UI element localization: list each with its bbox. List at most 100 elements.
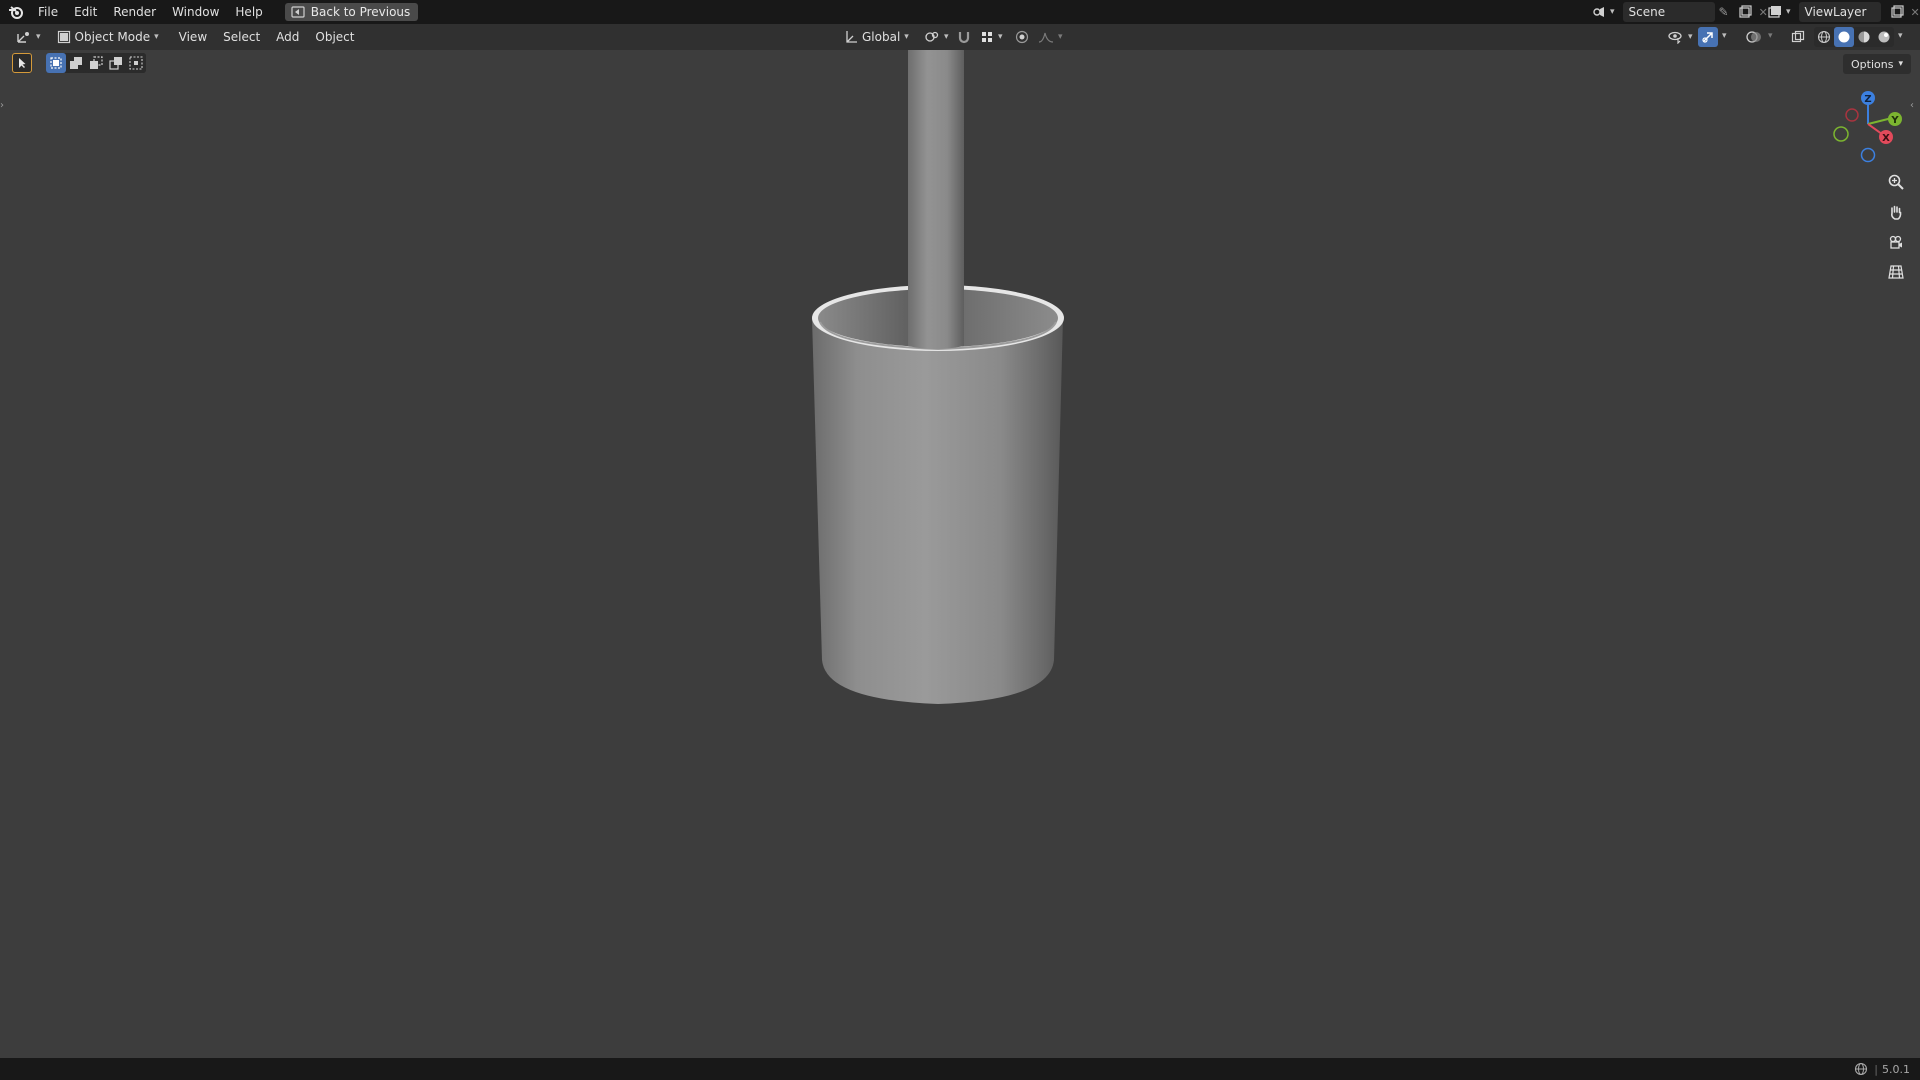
- viewlayer-browse-button[interactable]: ▾: [1764, 2, 1795, 22]
- back-to-previous-button[interactable]: Back to Previous: [284, 3, 419, 21]
- copy-icon: [1738, 5, 1752, 18]
- editor-type-button[interactable]: ▾: [10, 27, 47, 47]
- selection-mode-extend-button[interactable]: [66, 53, 86, 73]
- selectability-visibility-dropdown[interactable]: ▾: [1662, 27, 1699, 47]
- snap-target-dropdown[interactable]: ▾: [974, 27, 1009, 47]
- gizmo-z-axis[interactable]: Z: [1861, 91, 1875, 105]
- blender-logo-icon[interactable]: [2, 0, 30, 24]
- navigation-gizmo[interactable]: Z Y X: [1826, 88, 1906, 168]
- gizmo-neg-x-icon[interactable]: [1845, 108, 1859, 122]
- gizmo-icon: [1702, 32, 1713, 43]
- menu-render[interactable]: Render: [105, 0, 164, 24]
- 3d-viewport[interactable]: › ‹: [0, 50, 1920, 1058]
- chevron-down-icon: ▾: [154, 32, 159, 42]
- snap-grid-icon: [982, 32, 992, 42]
- overlays-options-chevron-icon[interactable]: ▾: [1768, 31, 1773, 41]
- gizmo-toggle[interactable]: [1698, 27, 1718, 47]
- pin-icon[interactable]: ✎: [1719, 5, 1729, 19]
- gizmo-x-axis[interactable]: X: [1879, 130, 1893, 144]
- back-icon: [291, 6, 305, 18]
- material-sphere-icon: [1858, 31, 1870, 43]
- menu-object[interactable]: Object: [307, 25, 362, 49]
- object-mode-dropdown[interactable]: Object Mode ▾: [51, 27, 165, 47]
- cursor-icon: [19, 58, 26, 68]
- select-tool-button[interactable]: [12, 53, 32, 73]
- top-menu-bar: File Edit Render Window Help Back to Pre…: [0, 0, 1920, 24]
- orientation-global-icon: [846, 31, 857, 43]
- proportional-editing-toggle[interactable]: [1012, 27, 1032, 47]
- xray-toggle[interactable]: [1788, 27, 1808, 47]
- wireframe-sphere-icon: [1817, 30, 1831, 44]
- rendered-sphere-icon: [1878, 31, 1890, 43]
- selection-invert-icon: [109, 57, 122, 70]
- selection-extend-icon: [70, 57, 82, 69]
- overlays-toggle[interactable]: [1744, 27, 1764, 47]
- new-scene-button[interactable]: [1735, 2, 1755, 22]
- selection-intersect-icon: [129, 56, 143, 70]
- camera-view-button[interactable]: [1884, 230, 1908, 254]
- falloff-dropdown[interactable]: ▾: [1032, 27, 1069, 47]
- shading-solid-button[interactable]: [1834, 27, 1854, 47]
- scene-name-field[interactable]: Scene: [1622, 2, 1715, 22]
- gizmo-y-axis[interactable]: Y: [1888, 112, 1902, 126]
- viewport-header: ▾ Object Mode ▾ View Select Add Object G…: [0, 24, 1920, 50]
- new-viewlayer-button[interactable]: [1887, 2, 1907, 22]
- transform-orientation-dropdown[interactable]: Global ▾: [838, 27, 915, 47]
- gizmo-z-label: Z: [1864, 94, 1871, 105]
- perspective-toggle-button[interactable]: [1884, 260, 1908, 284]
- gizmo-y-label: Y: [1890, 115, 1899, 126]
- shading-options-chevron-icon[interactable]: ▾: [1898, 31, 1903, 41]
- menu-add[interactable]: Add: [268, 25, 307, 49]
- chevron-down-icon: ▾: [944, 32, 949, 42]
- zoom-button[interactable]: [1884, 170, 1908, 194]
- eye-pointer-icon: [1668, 31, 1682, 44]
- viewlayer-selector: ▾ ViewLayer ✕: [1764, 2, 1920, 22]
- gizmo-neg-y-icon[interactable]: [1833, 126, 1849, 142]
- selection-mode-intersect-button[interactable]: [126, 53, 146, 73]
- network-globe-icon[interactable]: [1854, 1062, 1868, 1076]
- menu-view[interactable]: View: [171, 25, 215, 49]
- selection-mode-new-button[interactable]: [46, 53, 66, 73]
- tool-settings-row: [12, 53, 146, 73]
- sidebar-expand-chevron-icon[interactable]: ‹: [1910, 100, 1918, 116]
- gizmo-neg-z-icon[interactable]: [1860, 147, 1876, 163]
- scene-icon: [1593, 7, 1604, 17]
- menu-select[interactable]: Select: [215, 25, 268, 49]
- viewport-options-button[interactable]: Options ▾: [1843, 54, 1911, 74]
- menu-file[interactable]: File: [30, 0, 66, 24]
- falloff-curve-icon: [1038, 32, 1054, 43]
- toolbar-expand-chevron-icon[interactable]: ›: [0, 100, 8, 116]
- shading-material-button[interactable]: [1854, 27, 1874, 47]
- object-mode-label: Object Mode: [74, 30, 151, 44]
- selection-subtract-icon: [90, 56, 103, 69]
- selection-mode-invert-button[interactable]: [106, 53, 126, 73]
- snap-toggle[interactable]: [954, 27, 974, 47]
- shading-wireframe-button[interactable]: [1814, 27, 1834, 47]
- scene-browse-button[interactable]: ▾: [1588, 2, 1619, 22]
- zoom-icon: [1888, 174, 1904, 190]
- chevron-down-icon: ▾: [1610, 7, 1615, 17]
- hand-icon: [1891, 205, 1902, 220]
- selection-mode-group: [46, 53, 146, 73]
- menu-edit[interactable]: Edit: [66, 0, 105, 24]
- scene-selector: ▾ Scene ✎ ✕: [1588, 2, 1768, 22]
- pan-button[interactable]: [1884, 200, 1908, 224]
- grid-perspective-icon: [1888, 265, 1904, 279]
- solid-sphere-icon: [1838, 31, 1850, 43]
- chevron-down-icon: ▾: [1786, 7, 1791, 17]
- chevron-down-icon: ▾: [904, 32, 909, 42]
- close-icon[interactable]: ✕: [1911, 6, 1920, 19]
- chevron-down-icon: ▾: [1898, 59, 1903, 69]
- selection-mode-subtract-button[interactable]: [86, 53, 106, 73]
- proportional-edit-icon: [1015, 30, 1029, 44]
- shading-rendered-button[interactable]: [1874, 27, 1894, 47]
- overlays-icon: [1746, 31, 1761, 43]
- viewlayer-name-field[interactable]: ViewLayer: [1798, 2, 1881, 22]
- pivot-point-dropdown[interactable]: ▾: [918, 27, 955, 47]
- options-label: Options: [1851, 57, 1894, 71]
- menu-window[interactable]: Window: [164, 0, 227, 24]
- gizmo-options-chevron-icon[interactable]: ▾: [1722, 31, 1727, 41]
- menu-help[interactable]: Help: [227, 0, 270, 24]
- orientation-label: Global: [862, 30, 901, 44]
- viewlayer-name: ViewLayer: [1804, 5, 1867, 19]
